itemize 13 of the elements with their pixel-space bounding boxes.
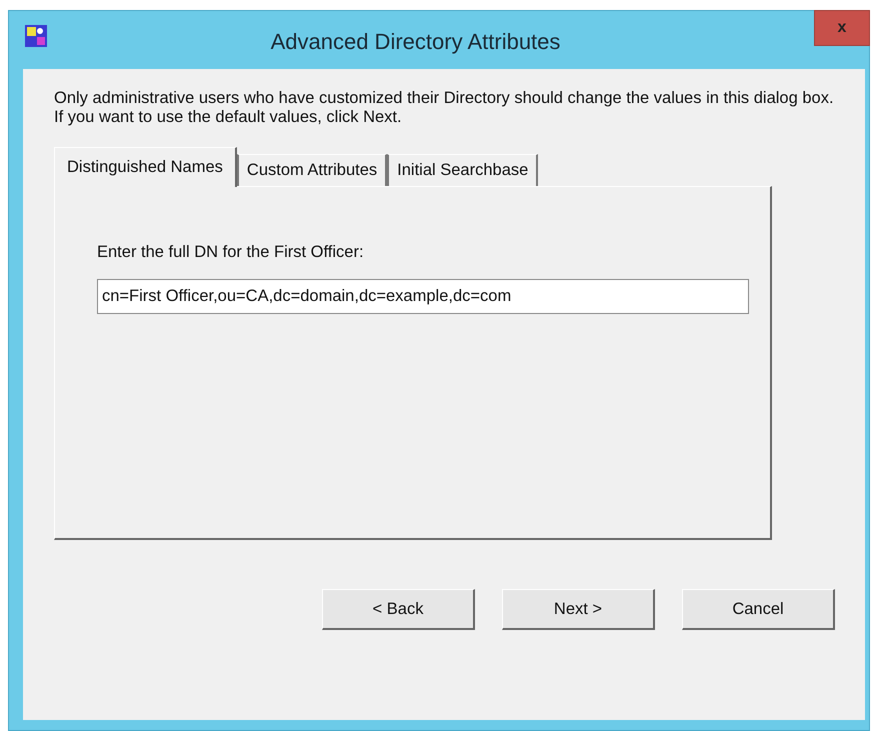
- tab[interactable]: Distinguished Names: [54, 147, 237, 187]
- window-title: Advanced Directory Attributes: [270, 29, 562, 55]
- dialog-button[interactable]: Next >: [502, 589, 655, 630]
- field-label: Enter the full DN for the First Officer:: [97, 243, 365, 262]
- close-button[interactable]: x: [814, 10, 870, 46]
- instruction-text: If you want to use the default values, click Next.: [54, 108, 403, 127]
- tab[interactable]: Initial Searchbase: [387, 154, 538, 186]
- instruction-text: Only administrative users who have customized their Directory should change the values in this dialog box.: [54, 89, 835, 108]
- dn-input-field[interactable]: cn=First Officer,ou=CA,dc=domain,dc=example,dc=com: [97, 279, 749, 314]
- app-icon: [25, 25, 47, 47]
- tab[interactable]: Custom Attributes: [236, 154, 388, 186]
- dialog-button[interactable]: < Back: [322, 589, 475, 630]
- dialog-button[interactable]: Cancel: [682, 589, 835, 630]
